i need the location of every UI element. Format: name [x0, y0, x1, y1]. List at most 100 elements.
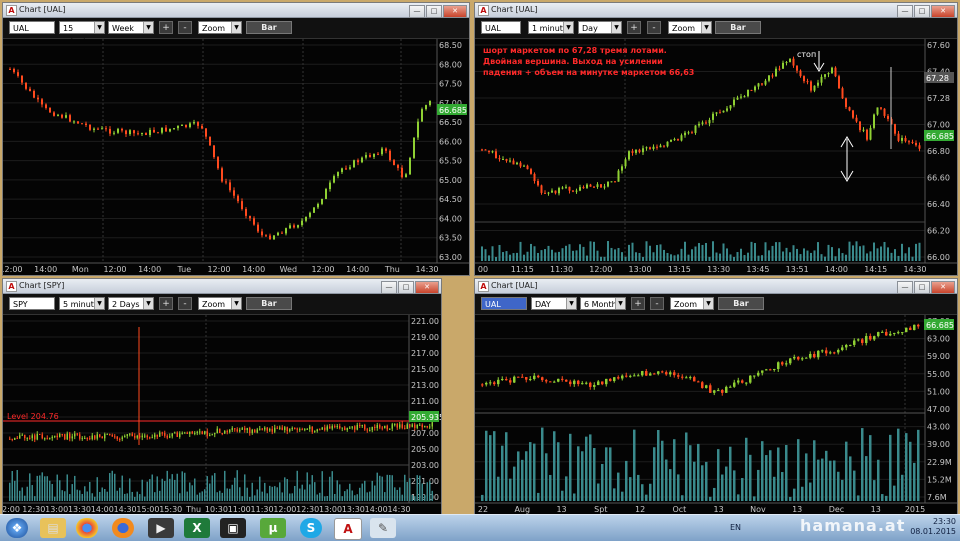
zoom-select[interactable]: Zoom ▼ [198, 297, 242, 310]
chart-mode-button[interactable]: Bar [718, 297, 764, 310]
y-tick-label: 63.00 [439, 253, 462, 262]
chart-app-icon[interactable]: A [334, 518, 362, 540]
candle-body [179, 433, 181, 437]
volume-bar [831, 247, 833, 261]
chart-window-ual-1min[interactable]: A Chart [UAL] — □ ✕ UAL 1 minute ▼ Day ▼ + -… [474, 2, 958, 276]
excel-icon[interactable]: X [184, 518, 210, 538]
x-tick-label: 12:30 [22, 505, 45, 514]
candle-body [346, 427, 348, 430]
candle-body [96, 434, 98, 439]
interval-select[interactable]: DAY ▼ [531, 297, 577, 310]
interval-select[interactable]: 5 minutes ▼ [59, 297, 105, 310]
zoom-select[interactable]: Zoom ▼ [198, 21, 242, 34]
candle-body [540, 185, 543, 193]
period-select[interactable]: Day ▼ [578, 21, 622, 34]
candle-body [69, 433, 71, 439]
candle-body [596, 184, 599, 187]
minimize-icon[interactable]: — [897, 281, 913, 294]
close-icon[interactable]: ✕ [931, 281, 955, 294]
file-explorer-icon[interactable]: ▤ [40, 518, 66, 538]
maximize-icon[interactable]: □ [426, 5, 442, 18]
volume-bar [488, 255, 490, 261]
interval-select[interactable]: 15 minutes▼ [59, 21, 105, 46]
volume-bar [341, 496, 343, 501]
media-player-icon[interactable]: ▶ [148, 518, 174, 538]
paint-icon[interactable]: ✎ [370, 518, 396, 538]
chart-mode-button[interactable]: Bar [246, 297, 292, 310]
language-indicator[interactable]: EN [730, 523, 741, 532]
candle-body [125, 130, 127, 135]
system-clock[interactable]: 23:30 08.01.2015 [910, 517, 956, 537]
close-icon[interactable]: ✕ [443, 5, 467, 18]
maximize-icon[interactable]: □ [914, 5, 930, 18]
period-select[interactable]: Week ▼ [108, 21, 154, 34]
maximize-icon[interactable]: □ [398, 281, 414, 294]
volume-bar [334, 493, 336, 501]
volume-bar [226, 488, 228, 501]
window-titlebar[interactable]: A Chart [UAL] — □ ✕ [475, 3, 957, 18]
window-titlebar[interactable]: A Chart [SPY] — □ ✕ [3, 279, 441, 294]
zoom-out-button[interactable]: - [178, 297, 192, 310]
zoom-select[interactable]: Zoom ▼ [670, 297, 714, 310]
volume-bar [419, 475, 421, 501]
chart-window-ual-15min[interactable]: A Chart [UAL] —□✕ UAL 15 minutes▼ Week ▼ … [2, 2, 470, 276]
period-select[interactable]: 2 Days ▼ [108, 297, 154, 310]
volume-bar [834, 256, 837, 261]
volume-bar [603, 256, 606, 261]
window-titlebar[interactable]: A Chart [UAL] — □ ✕ [3, 3, 469, 18]
zoom-out-button[interactable]: - [647, 21, 661, 34]
volume-bar [74, 475, 76, 501]
close-icon[interactable]: ✕ [415, 281, 439, 294]
firefox-icon[interactable] [112, 518, 134, 538]
close-icon[interactable]: ✕ [931, 5, 955, 18]
window-titlebar[interactable]: A Chart [UAL] — □ ✕ [475, 279, 957, 294]
zoom-out-button[interactable]: - [650, 297, 664, 310]
symbol-input[interactable]: UAL [9, 21, 55, 34]
volume-bar [59, 480, 61, 501]
symbol-input[interactable]: UAL [481, 21, 521, 34]
symbol-input[interactable]: SPY [9, 297, 55, 310]
zoom-in-button[interactable]: + [159, 297, 173, 310]
candle-body [176, 432, 178, 437]
candle-body [385, 148, 387, 151]
x-tick-label: Nov [750, 505, 766, 514]
symbol-input[interactable]: UAL [481, 297, 527, 310]
candle-body [497, 379, 500, 385]
maximize-icon[interactable]: □ [914, 281, 930, 294]
candle-body [915, 142, 917, 146]
period-select[interactable]: 6 Months ▼ [580, 297, 626, 310]
zoom-select[interactable]: Zoom ▼ [668, 21, 712, 34]
x-tick-label: 14:15 [864, 265, 887, 274]
price-chart[interactable]: 67.0063.0059.0055.0051.0047.0043.0039.00… [475, 315, 957, 515]
volume-bar [821, 458, 824, 501]
symbol-value: UAL [13, 24, 29, 33]
candle-body [617, 377, 620, 379]
volume-bar [311, 475, 313, 501]
chrome-icon[interactable] [76, 518, 98, 538]
skype-icon[interactable]: S [300, 518, 322, 538]
zoom-in-button[interactable]: + [631, 297, 645, 310]
zoom-out-button[interactable]: - [178, 21, 192, 34]
candle-body [54, 435, 56, 437]
volume-bar [887, 247, 889, 261]
chart-mode-button[interactable]: Bar [715, 21, 761, 34]
zoom-in-button[interactable]: + [159, 21, 173, 34]
price-chart[interactable]: 221.00219.00217.00215.00213.00211.00209.… [3, 315, 441, 515]
volume-bar [24, 495, 26, 501]
start-icon[interactable]: ❖ [6, 518, 28, 538]
utorrent-icon[interactable]: µ [260, 518, 286, 538]
video-app-icon[interactable]: ▣ [220, 518, 246, 538]
chart-window-spy-5min[interactable]: A Chart [SPY] — □ ✕ SPY 5 minutes ▼ 2 Days ▼… [2, 278, 442, 516]
price-chart[interactable]: 68.5068.0067.5067.0066.5066.0065.5065.00… [3, 39, 469, 275]
volume-bar [769, 450, 772, 501]
interval-select[interactable]: 1 minute ▼ [528, 21, 574, 34]
minimize-icon[interactable]: — [897, 5, 913, 18]
chart-mode-button[interactable]: Bar [246, 21, 292, 34]
zoom-in-button[interactable]: + [627, 21, 641, 34]
candle-body [169, 128, 171, 132]
minimize-icon[interactable]: — [409, 5, 425, 18]
chevron-down-icon: ▼ [94, 22, 104, 33]
volume-bar [712, 241, 714, 261]
chart-window-ual-day[interactable]: A Chart [UAL] — □ ✕ UAL DAY ▼ 6 Months ▼ + -… [474, 278, 958, 516]
minimize-icon[interactable]: — [381, 281, 397, 294]
